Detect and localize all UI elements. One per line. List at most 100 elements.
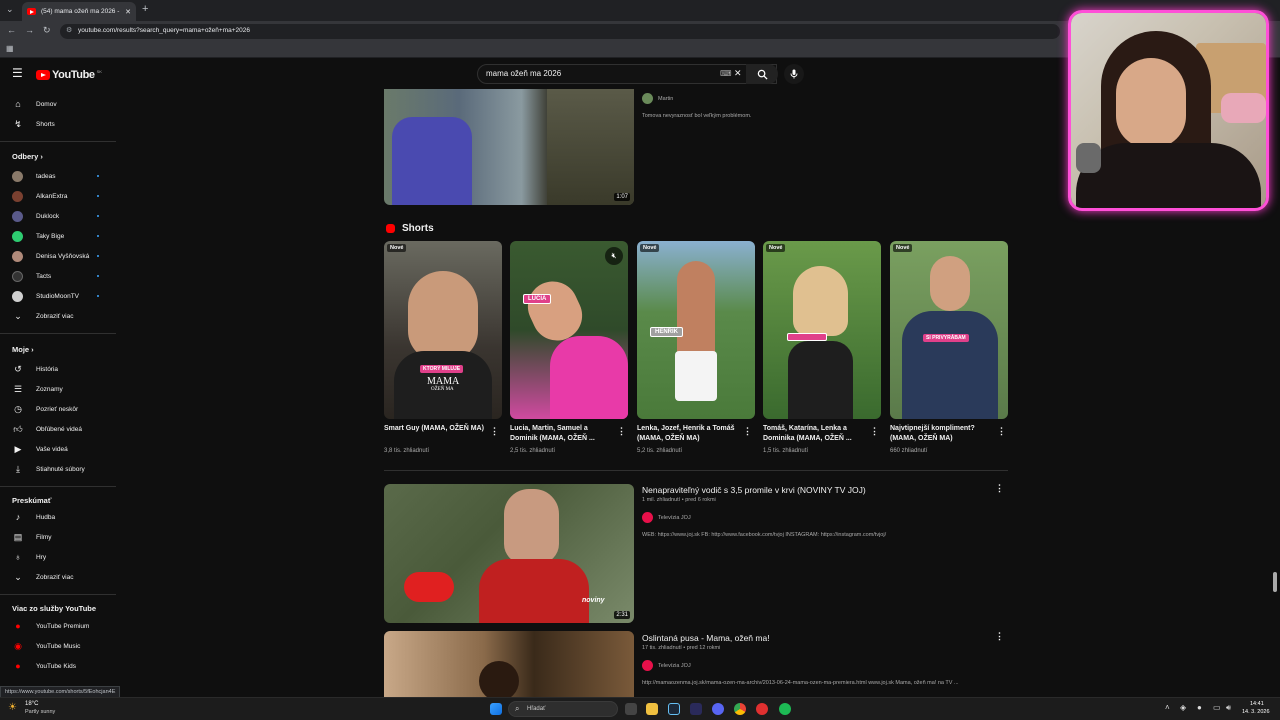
app-icon[interactable] xyxy=(756,703,768,715)
more-options-icon[interactable]: ⋮ xyxy=(617,426,626,437)
tray-chevron-icon[interactable]: ˄ xyxy=(1165,703,1170,712)
sidebar-item-label: Hudba xyxy=(36,513,56,521)
search-input[interactable]: mama ožeň ma 2026 ⌨ ✕ xyxy=(477,64,777,84)
short-thumbnail[interactable]: 🔇︎ LUCIA xyxy=(510,241,628,419)
back-icon[interactable]: ← xyxy=(7,25,16,35)
shorts-heading: Shorts xyxy=(402,223,434,234)
new-tab-icon[interactable]: + xyxy=(142,3,148,15)
short-thumbnail[interactable]: Nové HENRIK xyxy=(637,241,755,419)
thumbnail-person xyxy=(408,271,478,361)
search-icon xyxy=(757,69,768,80)
volume-icon[interactable]: 🔊︎ xyxy=(1226,703,1231,713)
sidebar-item-downloads[interactable]: ⤓ Stiahnuté súbory xyxy=(0,460,116,478)
shorts-logo-icon xyxy=(386,224,395,233)
video-thumbnail[interactable]: 1:07 xyxy=(384,89,634,205)
browser-tab[interactable]: (54) mama ožeň ma 2026 - You ✕ xyxy=(22,2,136,21)
menu-icon[interactable]: ☰ xyxy=(12,66,23,80)
sidebar-item-subscription[interactable]: StudioMoonTV xyxy=(0,287,116,305)
video-thumbnail[interactable]: noviny 2:31 xyxy=(384,484,634,623)
mute-icon[interactable]: 🔇︎ xyxy=(605,247,623,265)
more-options-icon[interactable]: ⋮ xyxy=(997,426,1006,437)
more-options-icon[interactable]: ⋮ xyxy=(743,426,752,437)
youtube-kids-icon: ● xyxy=(15,661,21,671)
video-channel[interactable]: Televízia JOJ xyxy=(642,512,691,523)
short-title[interactable]: Smart Guy (MAMA, OŽEŇ MA) xyxy=(384,424,484,434)
display-icon[interactable]: ▭ xyxy=(1213,703,1221,712)
more-options-icon[interactable]: ⋮ xyxy=(490,426,499,437)
show-more-subscriptions[interactable]: ⌄ Zobraziť viac xyxy=(0,307,116,325)
sidebar-item-your-videos[interactable]: ▶ Vaše videá xyxy=(0,440,116,458)
sidebar-item-subscription[interactable]: Duklock xyxy=(0,207,116,225)
sidebar-item-music[interactable]: ♪ Hudba xyxy=(0,508,116,526)
short-title[interactable]: Lucia, Martin, Samuel a Dominik (MAMA, O… xyxy=(510,424,610,444)
microphone-tray-icon[interactable]: ● xyxy=(1197,703,1202,712)
channel-avatar xyxy=(642,660,653,671)
steam-icon[interactable] xyxy=(668,703,680,715)
weather-icon[interactable]: ☀ xyxy=(8,702,17,713)
apps-grid-icon[interactable]: ▦ xyxy=(6,44,14,53)
sidebar-item-subscription[interactable]: Taky Bige xyxy=(0,227,116,245)
site-info-icon[interactable]: ⚙ xyxy=(66,26,72,34)
clock-icon: ◷ xyxy=(14,403,22,414)
sidebar-item-subscription[interactable]: Tacts xyxy=(0,267,116,285)
sidebar-item-label: Tacts xyxy=(36,272,52,280)
app-icon[interactable] xyxy=(690,703,702,715)
discord-icon[interactable] xyxy=(712,703,724,715)
chrome-icon[interactable] xyxy=(734,703,746,715)
more-options-icon[interactable]: ⋮ xyxy=(995,631,1004,642)
more-options-icon[interactable]: ⋮ xyxy=(995,483,1004,494)
sidebar-item-games[interactable]: ♁ Hry xyxy=(0,548,116,566)
video-title[interactable]: Oslintaná pusa - Mama, ožeň ma! xyxy=(642,633,770,643)
channel-avatar xyxy=(12,270,23,282)
sidebar-item-liked[interactable]: 👍︎ Obľúbené videá xyxy=(0,420,116,438)
divider xyxy=(384,470,1008,471)
sidebar-item-label: História xyxy=(36,365,59,373)
reload-icon[interactable]: ↻ xyxy=(43,25,51,36)
sidebar-item-youtube-premium[interactable]: ● YouTube Premium xyxy=(0,617,116,635)
sidebar-item-shorts[interactable]: ↯ Shorts xyxy=(0,115,116,133)
thumbnail-person xyxy=(479,661,519,697)
sidebar-item-subscription[interactable]: tadeas xyxy=(0,167,116,185)
keyboard-icon[interactable]: ⌨ xyxy=(720,69,732,78)
short-thumbnail[interactable]: Nové KTORÝ MILUJE MAMA OŽEŇ MA xyxy=(384,241,502,419)
sidebar-item-playlists[interactable]: ☰ Zoznamy xyxy=(0,380,116,398)
more-options-icon[interactable]: ⋮ xyxy=(870,426,879,437)
voice-search-button[interactable] xyxy=(784,64,804,84)
video-channel[interactable]: Martin xyxy=(642,93,673,104)
file-explorer-icon[interactable] xyxy=(646,703,658,715)
video-channel[interactable]: Televízia JOJ xyxy=(642,660,691,671)
channel-avatar xyxy=(12,210,23,222)
short-title[interactable]: Tomáš, Katarína, Lenka a Dominika (MAMA,… xyxy=(763,424,863,444)
tab-search-icon[interactable]: ⌄ xyxy=(6,4,14,15)
sidebar-item-youtube-kids[interactable]: ● YouTube Kids xyxy=(0,657,116,675)
short-thumbnail[interactable]: Nové SI PRIVYRÁBAM xyxy=(890,241,1008,419)
noviny-watermark: noviny xyxy=(582,597,605,604)
sidebar-item-watch-later[interactable]: ◷ Pozrieť neskôr xyxy=(0,400,116,418)
sidebar-item-history[interactable]: ↺ História xyxy=(0,360,116,378)
you-heading[interactable]: Moje › xyxy=(12,345,34,354)
show-more-explore[interactable]: ⌄ Zobraziť viac xyxy=(0,568,116,586)
taskbar-search[interactable]: ⌕ Hľadať xyxy=(508,701,618,717)
windows-start-icon[interactable] xyxy=(490,703,502,715)
search-button[interactable] xyxy=(746,64,778,84)
sidebar-item-movies[interactable]: ▤ Filmy xyxy=(0,528,116,546)
sidebar-item-subscription[interactable]: Denisa Vyšňovská xyxy=(0,247,116,265)
close-tab-icon[interactable]: ✕ xyxy=(125,8,131,16)
network-icon[interactable]: ◈ xyxy=(1180,703,1186,712)
sidebar-item-youtube-music[interactable]: ◉ YouTube Music xyxy=(0,637,116,655)
sidebar-item-subscription[interactable]: AlkanExtra xyxy=(0,187,116,205)
url-field[interactable]: ⚙ youtube.com/results?search_query=mama+… xyxy=(60,24,1060,39)
short-thumbnail[interactable]: Nové xyxy=(763,241,881,419)
task-view-icon[interactable] xyxy=(625,703,637,715)
video-thumbnail[interactable] xyxy=(384,631,634,697)
clear-search-icon[interactable]: ✕ xyxy=(734,68,742,79)
youtube-logo[interactable]: YouTube SK xyxy=(36,69,102,81)
short-title[interactable]: Najvtipnejší kompliment? (MAMA, OŽEŇ MA) xyxy=(890,424,990,444)
page-scrollbar[interactable] xyxy=(1273,572,1277,592)
forward-icon[interactable]: → xyxy=(25,25,34,35)
short-title[interactable]: Lenka, Jozef, Henrik a Tomáš (MAMA, OŽEŇ… xyxy=(637,424,737,444)
video-title[interactable]: Nenapraviteľný vodič s 3,5 promile v krv… xyxy=(642,485,866,495)
sidebar-item-home[interactable]: ⌂ Domov xyxy=(0,95,116,113)
subscriptions-heading[interactable]: Odbery › xyxy=(12,152,43,161)
spotify-icon[interactable] xyxy=(779,703,791,715)
